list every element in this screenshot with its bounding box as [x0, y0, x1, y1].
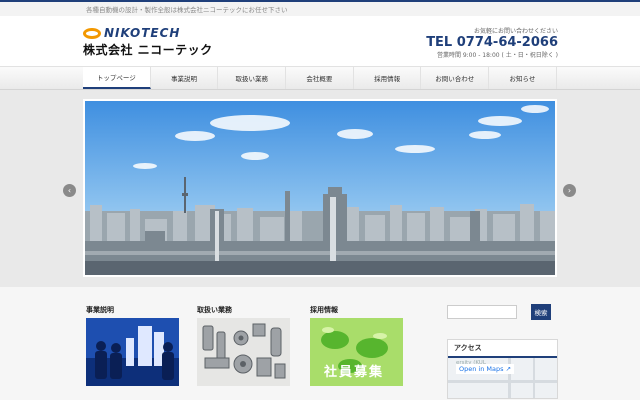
- recruit-banner-text: 社員募集: [324, 365, 385, 380]
- business-people-image: [86, 318, 179, 386]
- nav-item-contact[interactable]: お問い合わせ: [421, 67, 490, 89]
- nav-item-recruit[interactable]: 採用情報: [354, 67, 422, 89]
- card-recruit[interactable]: 採用情報 社員募集: [310, 305, 403, 386]
- contact-prompt: お気軽にお問い合わせください: [473, 28, 558, 35]
- business-hours: 営業時間 9:00 - 18:00 ( 土・日・祝日除く ): [436, 52, 558, 59]
- nav-item-services[interactable]: 取扱い業務: [218, 67, 287, 89]
- search-form: 検索: [447, 304, 558, 320]
- card-title: 取扱い業務: [197, 306, 232, 314]
- access-title: アクセス: [448, 340, 557, 358]
- contact-box: お気軽にお問い合わせください TEL 0774-64-2066 営業時間 9:0…: [426, 26, 558, 59]
- site-header: NIKOTECH 株式会社 ニコーテック お気軽にお問い合わせください TEL …: [0, 16, 640, 66]
- recruit-banner-image: 社員募集: [310, 318, 403, 386]
- hero-slide-city-skyline: [83, 99, 557, 277]
- nav-item-company[interactable]: 会社概要: [286, 67, 354, 89]
- logo-text-en: NIKOTECH: [104, 26, 181, 40]
- card-title: 事業説明: [86, 306, 114, 314]
- access-widget: アクセス ersity (KUL Open in Maps ↗: [447, 339, 558, 399]
- top-bar: 各種自動機の設計・製作全般は株式会社ニコーテックにお任せ下さい: [0, 0, 640, 16]
- machine-parts-image: [197, 318, 290, 386]
- tagline: 各種自動機の設計・製作全般は株式会社ニコーテックにお任せ下さい: [86, 6, 288, 14]
- slider-next-button[interactable]: ›: [563, 184, 576, 197]
- nav-item-top[interactable]: トップページ: [83, 67, 151, 89]
- embedded-map[interactable]: ersity (KUL Open in Maps ↗: [448, 358, 557, 398]
- card-business[interactable]: 事業説明: [86, 305, 179, 386]
- logo-swoosh-icon: [83, 27, 101, 39]
- main-nav: トップページ 事業説明 取扱い業務 会社概要 採用情報 お問い合わせ お知らせ: [0, 66, 640, 90]
- site-logo[interactable]: NIKOTECH 株式会社 ニコーテック: [83, 26, 213, 58]
- slider-prev-button[interactable]: ‹: [63, 184, 76, 197]
- card-title: 採用情報: [310, 306, 338, 314]
- logo-text-ja: 株式会社 ニコーテック: [83, 43, 213, 57]
- phone-number[interactable]: TEL 0774-64-2066: [426, 35, 558, 50]
- sidebar: 検索 アクセス ersity (KUL Open in Maps ↗: [447, 304, 558, 399]
- open-in-maps-link[interactable]: Open in Maps ↗: [456, 364, 515, 374]
- nav-item-business[interactable]: 事業説明: [151, 67, 219, 89]
- search-input[interactable]: [447, 305, 517, 319]
- nav-item-news[interactable]: お知らせ: [489, 67, 557, 89]
- card-services[interactable]: 取扱い業務: [197, 305, 290, 386]
- search-button[interactable]: 検索: [531, 304, 551, 320]
